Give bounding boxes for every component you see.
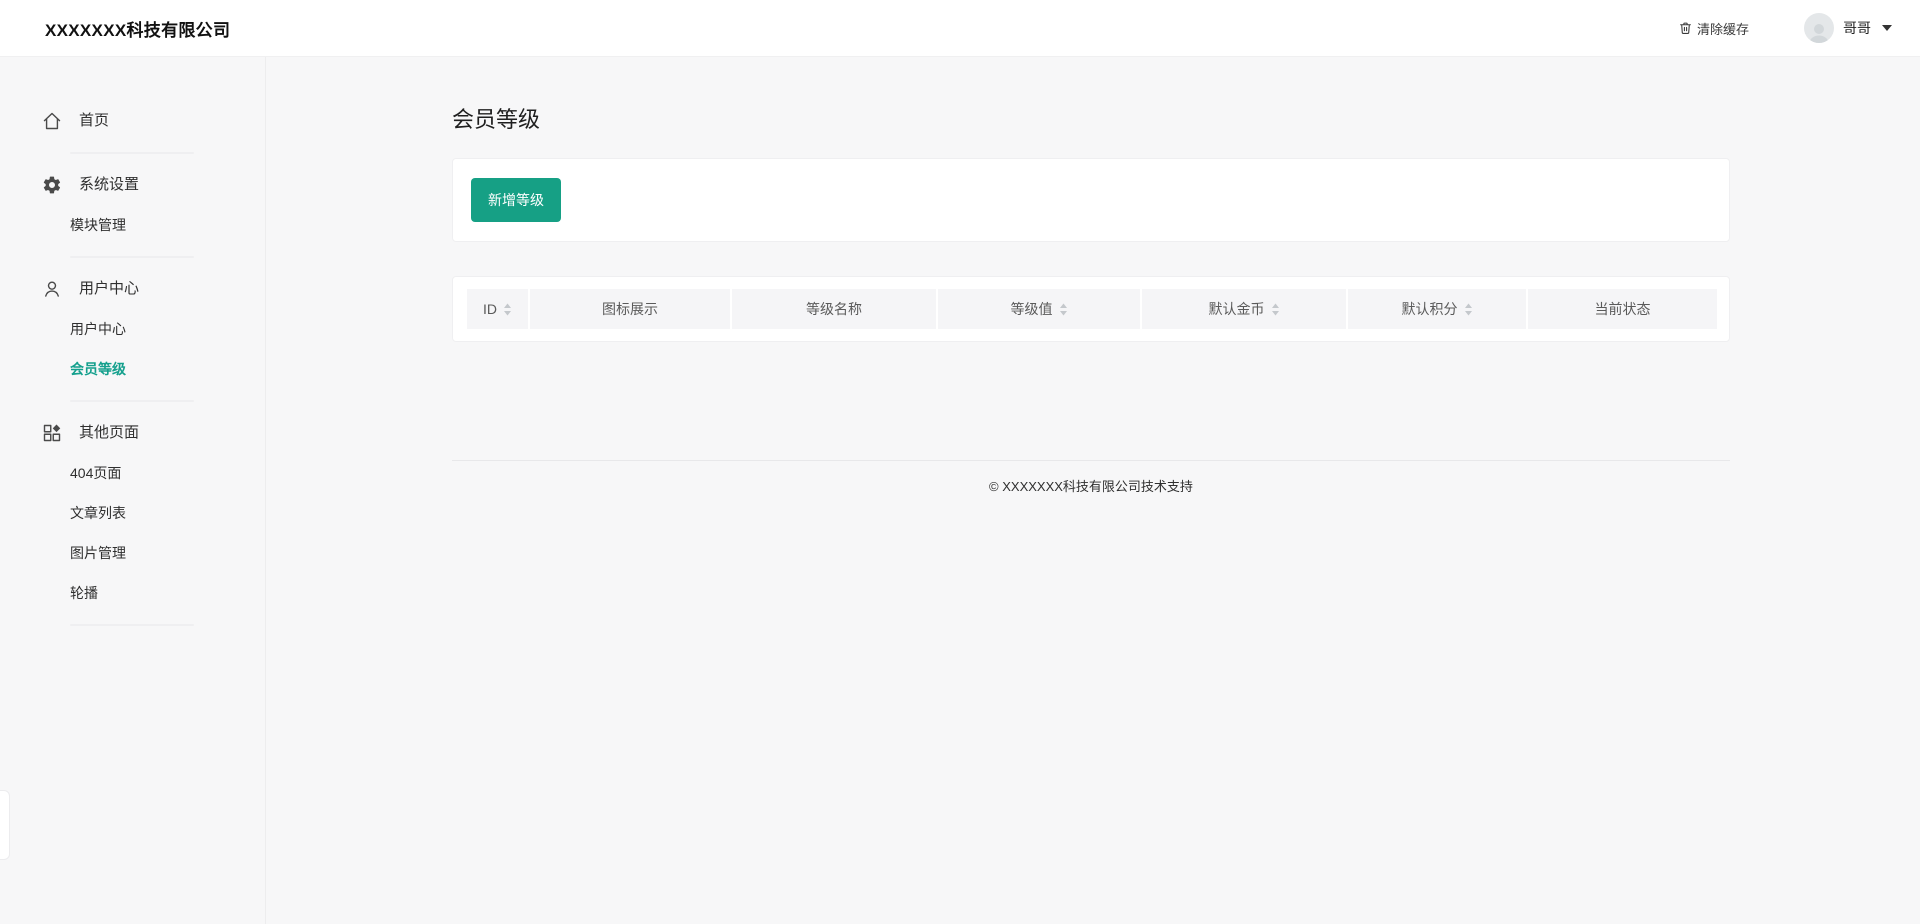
- home-icon: [42, 111, 62, 131]
- sort-icon[interactable]: [1271, 303, 1280, 316]
- gear-icon: [42, 175, 62, 195]
- sidebar-item-user-center[interactable]: 用户中心: [0, 269, 265, 309]
- column-header-gold[interactable]: 默认金币: [1141, 289, 1347, 329]
- sidebar-item-article-list[interactable]: 文章列表: [0, 493, 265, 533]
- clear-cache-label: 清除缓存: [1697, 19, 1749, 38]
- sidebar-divider: [70, 624, 194, 626]
- main-content: 会员等级 新增等级 ID 图标展示 等级名称 等级值 默认金币 默认积分 当前状态 © XX…: [266, 57, 1920, 924]
- sidebar-item-label: 文章列表: [70, 503, 126, 523]
- sidebar-item-label: 模块管理: [70, 215, 126, 235]
- column-label: 等级值: [1011, 299, 1053, 319]
- sidebar-item-label: 404页面: [70, 463, 121, 483]
- sidebar-item-image-management[interactable]: 图片管理: [0, 533, 265, 573]
- username: 哥哥: [1843, 18, 1871, 38]
- sidebar-divider: [70, 400, 194, 402]
- column-label: 等级名称: [806, 299, 862, 319]
- page-title: 会员等级: [452, 102, 1920, 134]
- navbar-right: 清除缓存 哥哥: [1679, 13, 1892, 43]
- sidebar-item-member-level[interactable]: 会员等级: [0, 349, 265, 389]
- user-menu[interactable]: 哥哥: [1804, 13, 1892, 43]
- sidebar-divider: [70, 256, 194, 258]
- column-header-icon: 图标展示: [529, 289, 731, 329]
- sort-icon[interactable]: [1059, 303, 1068, 316]
- sidebar-item-label: 用户中心: [79, 279, 139, 299]
- member-level-table-card: ID 图标展示 等级名称 等级值 默认金币 默认积分 当前状态: [452, 276, 1730, 342]
- member-level-table: ID 图标展示 等级名称 等级值 默认金币 默认积分 当前状态: [467, 289, 1717, 329]
- column-header-name: 等级名称: [731, 289, 937, 329]
- sidebar-collapse-handle[interactable]: [0, 790, 10, 860]
- clear-cache-button[interactable]: 清除缓存: [1679, 19, 1749, 38]
- column-label: 图标展示: [602, 299, 658, 319]
- sidebar-item-carousel[interactable]: 轮播: [0, 573, 265, 613]
- sidebar-item-user-center-sub[interactable]: 用户中心: [0, 309, 265, 349]
- add-level-button[interactable]: 新增等级: [471, 178, 561, 222]
- sidebar-item-label: 首页: [79, 111, 109, 131]
- trash-icon: [1679, 21, 1692, 35]
- top-navbar: XXXXXXX科技有限公司 清除缓存 哥哥: [0, 0, 1920, 57]
- sidebar-item-other-pages[interactable]: 其他页面: [0, 413, 265, 453]
- sidebar-item-label: 轮播: [70, 583, 98, 603]
- column-label: ID: [483, 301, 497, 317]
- sidebar-item-label: 会员等级: [70, 359, 126, 379]
- page-footer: © XXXXXXX科技有限公司技术支持: [452, 460, 1730, 495]
- grid-icon: [42, 423, 62, 443]
- company-logo: XXXXXXX科技有限公司: [45, 16, 230, 41]
- column-header-level[interactable]: 等级值: [937, 289, 1141, 329]
- sidebar-divider: [70, 152, 194, 154]
- column-header-status: 当前状态: [1527, 289, 1717, 329]
- sidebar-item-404-page[interactable]: 404页面: [0, 453, 265, 493]
- sidebar-menu: 首页系统设置模块管理用户中心用户中心会员等级其他页面404页面文章列表图片管理轮…: [0, 57, 266, 924]
- sort-icon[interactable]: [503, 303, 512, 316]
- column-label: 当前状态: [1595, 299, 1651, 319]
- sidebar-item-label: 用户中心: [70, 319, 126, 339]
- chevron-down-icon: [1882, 25, 1892, 31]
- sidebar-item-label: 其他页面: [79, 423, 139, 443]
- avatar: [1804, 13, 1834, 43]
- table-header-row: ID 图标展示 等级名称 等级值 默认金币 默认积分 当前状态: [467, 289, 1717, 329]
- sidebar-item-module-management[interactable]: 模块管理: [0, 205, 265, 245]
- sidebar-item-label: 系统设置: [79, 175, 139, 195]
- column-header-id[interactable]: ID: [467, 289, 529, 329]
- sidebar-item-home[interactable]: 首页: [0, 101, 265, 141]
- sort-icon[interactable]: [1464, 303, 1473, 316]
- column-header-points[interactable]: 默认积分: [1347, 289, 1527, 329]
- sidebar-item-label: 图片管理: [70, 543, 126, 563]
- column-label: 默认积分: [1402, 299, 1458, 319]
- toolbar-card: 新增等级: [452, 158, 1730, 242]
- sidebar-item-system-settings[interactable]: 系统设置: [0, 165, 265, 205]
- user-icon: [42, 279, 62, 299]
- column-label: 默认金币: [1209, 299, 1265, 319]
- page-layout: 首页系统设置模块管理用户中心用户中心会员等级其他页面404页面文章列表图片管理轮…: [0, 57, 1920, 924]
